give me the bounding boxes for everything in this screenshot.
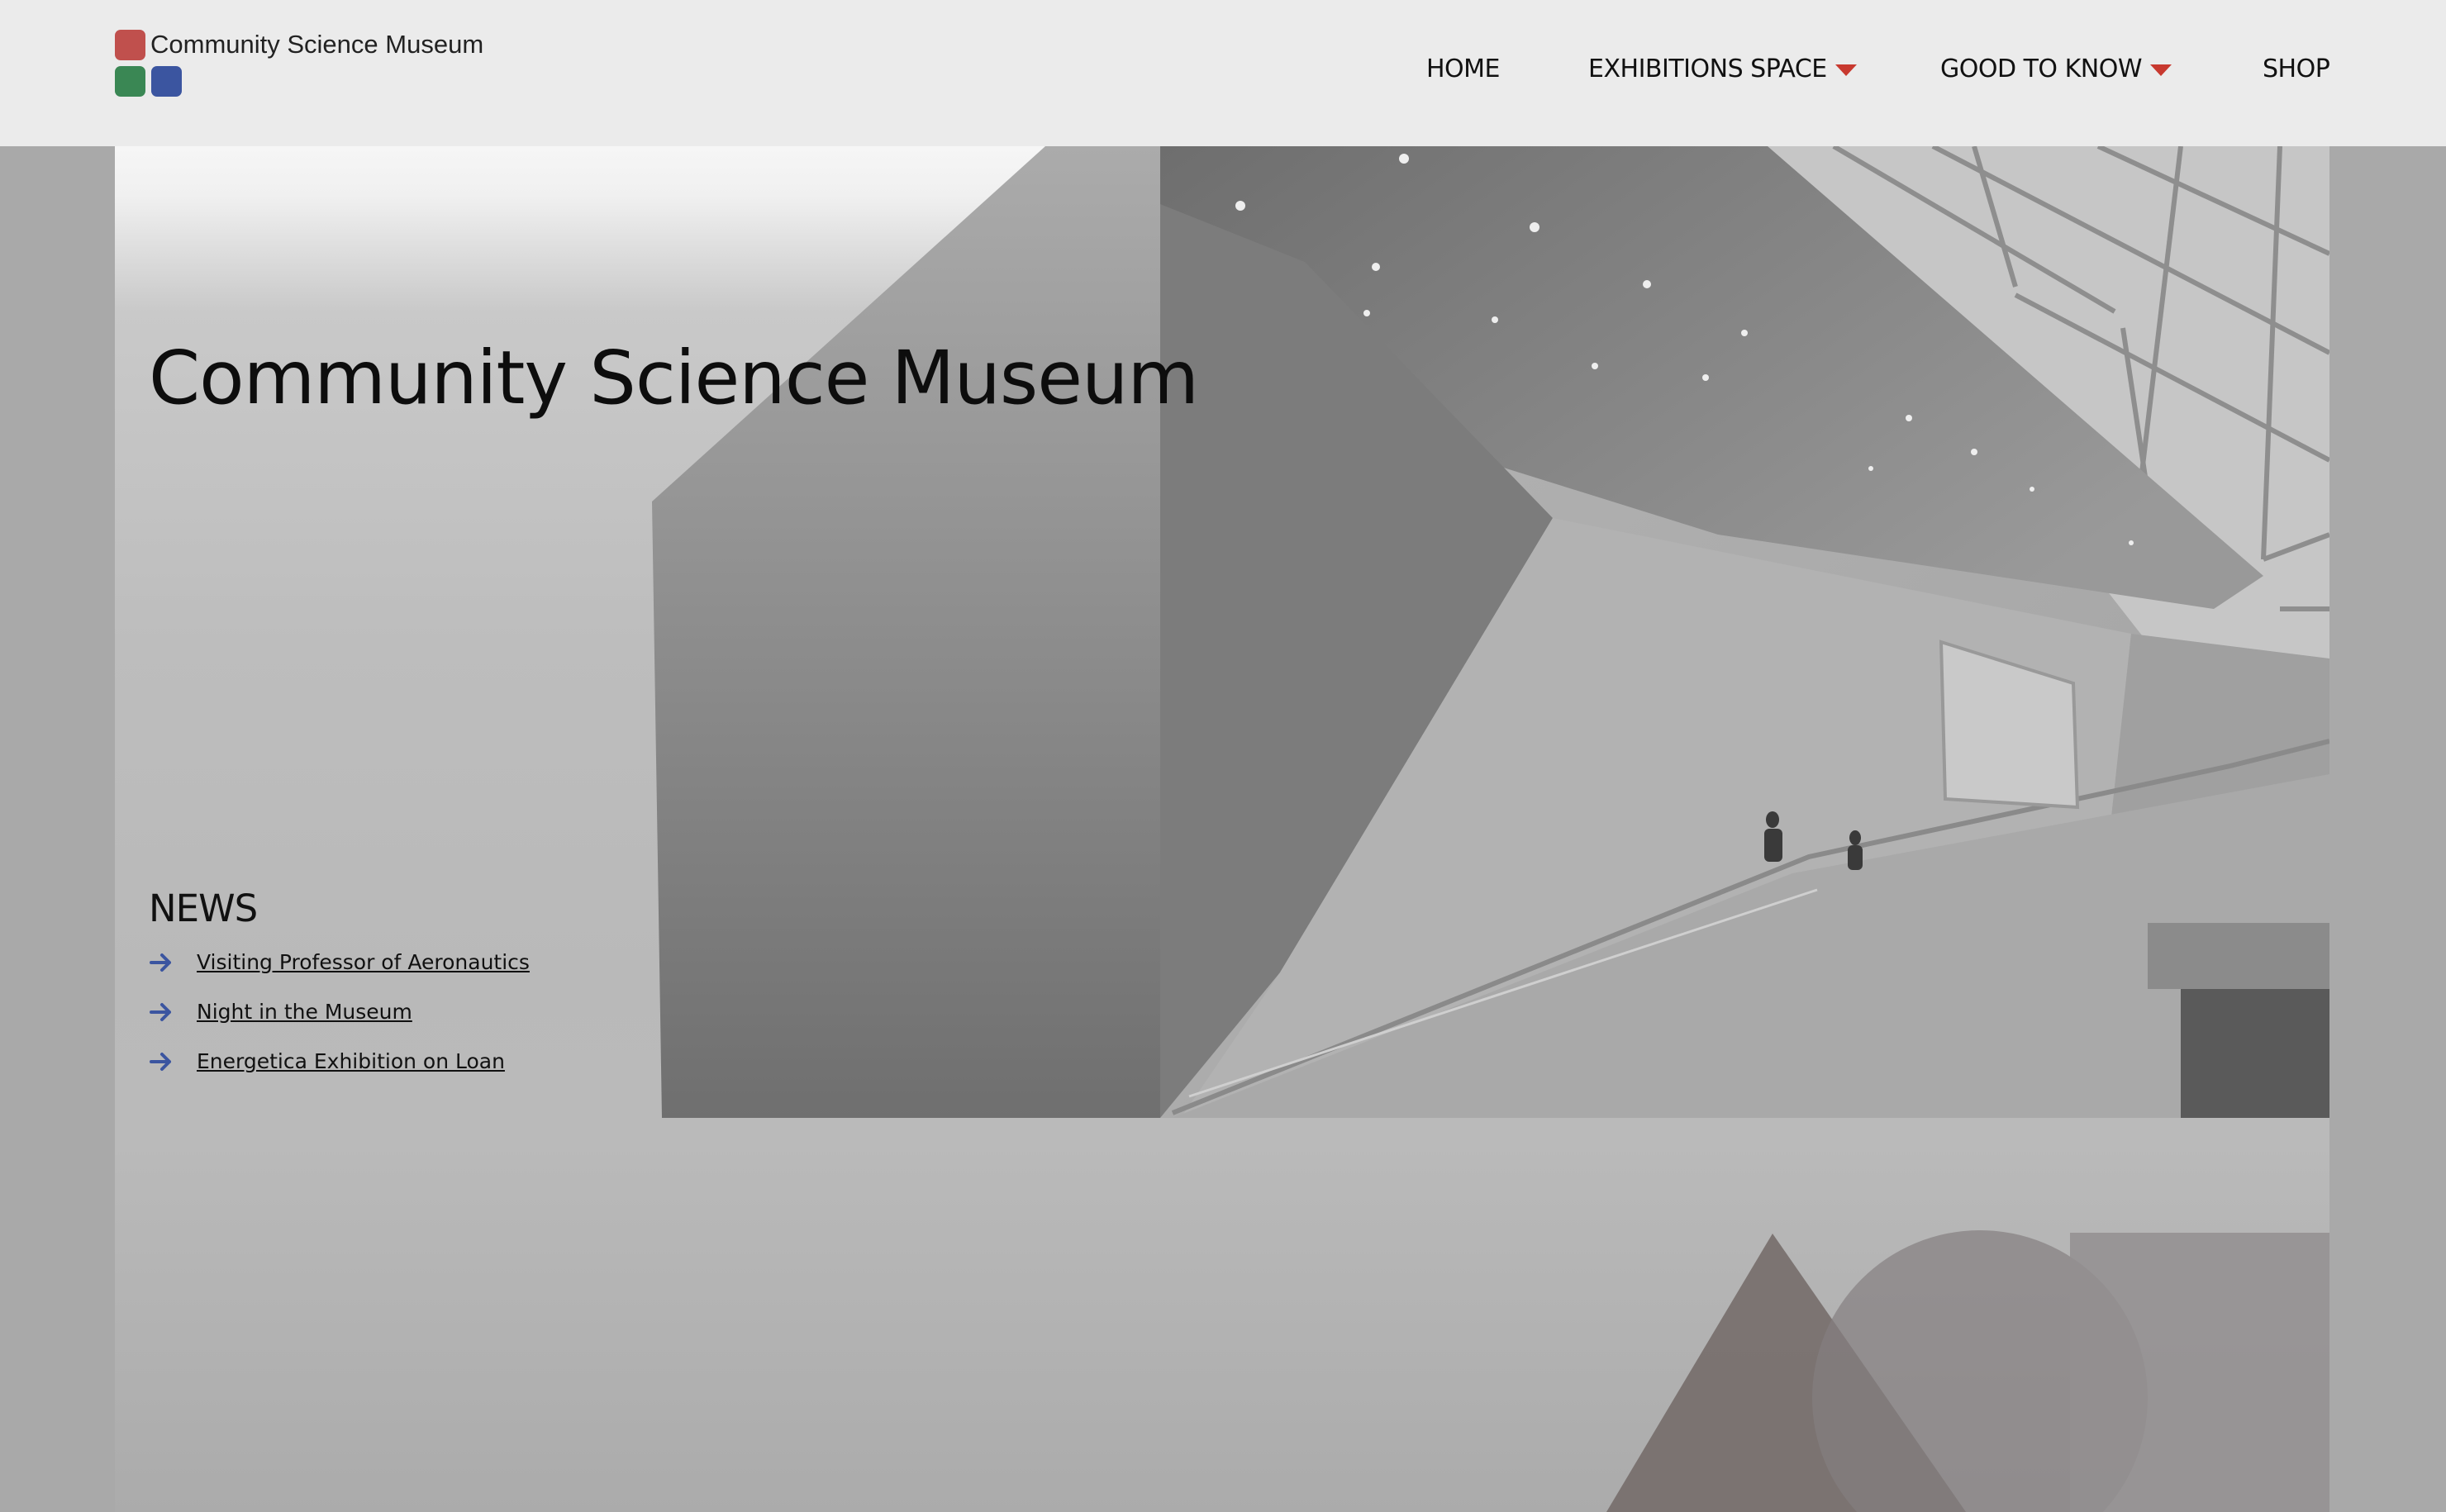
logo-red-square bbox=[115, 30, 145, 60]
nav-shop[interactable]: SHOP bbox=[2263, 55, 2330, 83]
news-link-energetica[interactable]: Energetica Exhibition on Loan bbox=[197, 1049, 505, 1073]
logo-blue-square bbox=[151, 66, 182, 97]
main-content: Community Science Museum NEWS Visiting P… bbox=[115, 146, 2329, 1512]
nav-good-to-know-label: GOOD TO KNOW bbox=[1940, 55, 2142, 83]
news-heading: NEWS bbox=[149, 887, 258, 930]
news-item[interactable]: Visiting Professor of Aeronautics bbox=[149, 938, 530, 987]
nav-exhibitions-space[interactable]: EXHIBITIONS SPACE bbox=[1588, 55, 1857, 83]
chevron-down-icon bbox=[2149, 64, 2172, 76]
arrow-right-icon bbox=[150, 953, 171, 972]
hero-column-shape bbox=[652, 146, 1160, 1118]
nav-home[interactable]: HOME bbox=[1426, 55, 1501, 83]
nav-shop-label: SHOP bbox=[2263, 55, 2330, 83]
chevron-down-icon bbox=[1835, 64, 1857, 76]
logo-green-square bbox=[115, 66, 145, 97]
arrow-right-icon bbox=[150, 1002, 171, 1021]
logo-text[interactable]: Community Science Museum bbox=[150, 30, 483, 59]
news-section: NEWS Visiting Professor of Aeronautics N… bbox=[149, 888, 530, 1086]
nav-good-to-know[interactable]: GOOD TO KNOW bbox=[1940, 55, 2172, 83]
site-header: Community Science Museum HOME EXHIBITION… bbox=[0, 0, 2446, 146]
hero-photo bbox=[1160, 146, 2329, 1118]
page-title: Community Science Museum bbox=[149, 335, 1199, 421]
nav-exhibitions-space-label: EXHIBITIONS SPACE bbox=[1588, 55, 1827, 83]
news-item[interactable]: Energetica Exhibition on Loan bbox=[149, 1037, 530, 1086]
news-link-night-museum[interactable]: Night in the Museum bbox=[197, 1000, 412, 1024]
news-link-aeronautics[interactable]: Visiting Professor of Aeronautics bbox=[197, 950, 530, 974]
news-item[interactable]: Night in the Museum bbox=[149, 987, 530, 1037]
nav-home-label: HOME bbox=[1426, 55, 1501, 83]
decorative-shapes bbox=[1606, 1230, 2329, 1512]
arrow-right-icon bbox=[150, 1052, 171, 1071]
